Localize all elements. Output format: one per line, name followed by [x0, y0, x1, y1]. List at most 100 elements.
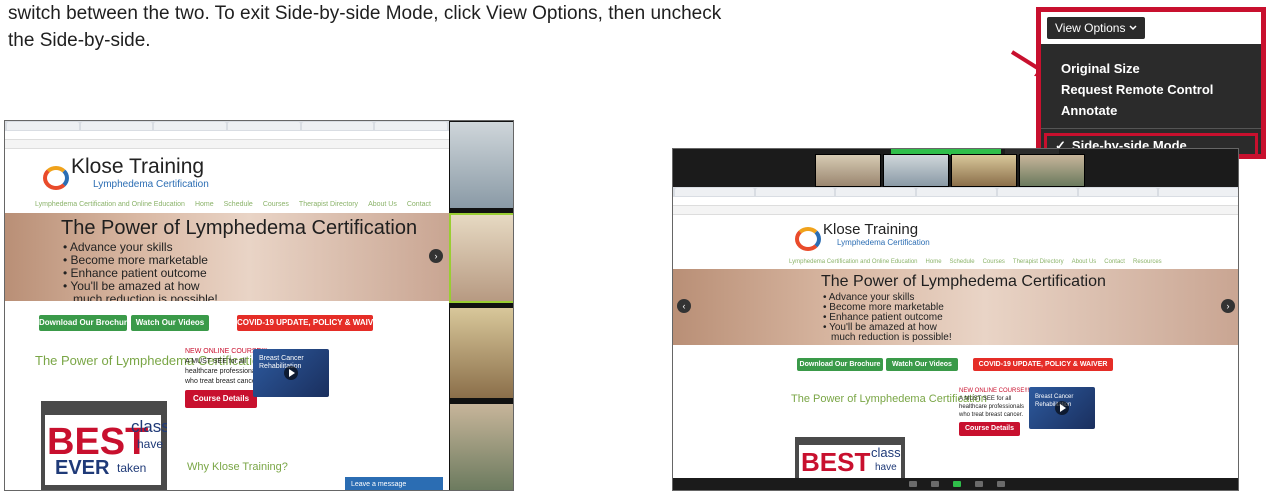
chat-icon[interactable] — [930, 481, 939, 487]
participant-video-tile[interactable] — [449, 307, 513, 399]
menu-item-request-remote-control[interactable]: Request Remote Control — [1041, 79, 1261, 100]
course-details-button[interactable]: Course Details — [185, 390, 258, 408]
nav-item[interactable]: Contact — [407, 201, 431, 208]
participant-video-tile[interactable] — [449, 403, 513, 490]
instructions-text: switch between the two. To exit Side-by-… — [8, 0, 1008, 54]
view-options-button[interactable]: View Options — [1047, 17, 1146, 39]
participant-video-tile[interactable] — [449, 121, 513, 209]
participant-thumbnail[interactable] — [1019, 154, 1085, 187]
nav-item[interactable]: Schedule — [950, 259, 975, 265]
best-class-image: BEST class have EVER taken — [41, 401, 167, 490]
course-promo: NEW ONLINE COURSE!!! A MUST SEE for all … — [959, 387, 1029, 436]
hero-bullet: much reduction is possible! — [73, 292, 218, 302]
hero-title: The Power of Lymphedema Certification — [61, 217, 418, 239]
hero-bullet: much reduction is possible! — [831, 332, 952, 343]
participant-video-tile-active[interactable] — [449, 213, 513, 303]
browser-address-bar — [5, 131, 449, 140]
play-icon — [1055, 401, 1069, 415]
klose-logo-icon — [41, 162, 69, 190]
participants-icon[interactable] — [908, 481, 917, 487]
class-word: class — [131, 417, 167, 436]
participant-gallery — [449, 121, 513, 490]
menu-divider — [1041, 128, 1261, 129]
klose-logo: Klose Training Lymphedema Certification — [793, 221, 930, 251]
why-klose-title: Why Klose Training? — [187, 461, 288, 473]
best-word: BEST — [801, 447, 871, 477]
klose-logo: Klose Training Lymphedema Certification — [41, 155, 209, 190]
instructions-line-2: the Side-by-side. — [8, 30, 151, 51]
download-brochure-button[interactable]: Download Our Brochure — [39, 315, 131, 331]
nav-item[interactable]: Resources — [1133, 259, 1162, 265]
menu-item-original-size[interactable]: Original Size — [1041, 58, 1261, 79]
hero-banner: The Power of Lymphedema Certification • … — [5, 213, 449, 301]
hero-title: The Power of Lymphedema Certification — [821, 273, 1106, 290]
nav-item[interactable]: Courses — [983, 259, 1005, 265]
hero-bullets: • Advance your skills • Become more mark… — [63, 241, 218, 302]
have-word: have — [875, 462, 897, 473]
best-class-image: BEST class have — [795, 437, 905, 480]
covid-update-button[interactable]: COVID-19 UPDATE, POLICY & WAIVER — [973, 358, 1113, 371]
video-thumbnail[interactable]: Breast Cancer Rehabilitation — [1029, 387, 1095, 429]
carousel-prev-icon[interactable]: ‹ — [677, 299, 691, 313]
download-brochure-button[interactable]: Download Our Brochure — [797, 358, 883, 371]
browser-tabs — [673, 187, 1238, 197]
covid-update-button[interactable]: COVID-19 UPDATE, POLICY & WAIVER — [237, 315, 384, 331]
logo-sub: Lymphedema Certification — [93, 179, 209, 190]
class-word: class — [871, 445, 901, 460]
leave-message-button[interactable]: Leave a message — [345, 477, 443, 490]
nav-item[interactable]: About Us — [368, 201, 397, 208]
carousel-next-icon[interactable]: › — [1221, 299, 1235, 313]
watch-videos-button[interactable]: Watch Our Videos — [131, 315, 209, 331]
browser-address-bar — [673, 197, 1238, 206]
nav-item[interactable]: Home — [926, 259, 942, 265]
view-options-menu: View Options Original Size Request Remot… — [1036, 7, 1266, 159]
course-heading: NEW ONLINE COURSE!!! — [959, 388, 1030, 394]
record-icon[interactable] — [974, 481, 983, 487]
instructions-line-1: switch between the two. To exit Side-by-… — [8, 3, 722, 24]
carousel-next-icon[interactable]: › — [429, 249, 443, 263]
nav-item[interactable]: Home — [195, 201, 214, 208]
course-line: healthcare professionals — [959, 404, 1025, 410]
course-details-button[interactable]: Course Details — [959, 422, 1021, 436]
left-screenshot-side-by-side: Klose Training Lymphedema Certification … — [4, 120, 514, 491]
nav-item[interactable]: Lymphedema Certification and Online Educ… — [789, 259, 918, 265]
nav-item[interactable]: Therapist Directory — [299, 201, 358, 208]
course-line: A MUST SEE for all — [959, 396, 1012, 402]
view-options-bar: View Options — [1041, 12, 1261, 44]
hero-banner: The Power of Lymphedema Certification • … — [673, 269, 1238, 345]
shared-screen-left: Klose Training Lymphedema Certification … — [5, 121, 449, 490]
logo-sub: Lymphedema Certification — [837, 238, 930, 247]
participant-thumbnail[interactable] — [951, 154, 1017, 187]
klose-logo-icon — [793, 223, 821, 251]
video-thumbnail[interactable]: Breast Cancer Rehabilitation — [253, 349, 329, 397]
right-screenshot-standard-view: Klose Training Lymphedema Certification … — [672, 148, 1239, 491]
participant-strip — [673, 149, 1238, 187]
reactions-icon[interactable] — [996, 481, 1005, 487]
ever-word: EVER — [55, 457, 110, 479]
watch-videos-button[interactable]: Watch Our Videos — [886, 358, 958, 371]
nav-item[interactable]: Therapist Directory — [1013, 259, 1064, 265]
site-nav: Lymphedema Certification and Online Educ… — [789, 259, 1162, 265]
nav-item[interactable]: Schedule — [224, 201, 253, 208]
browser-bookmarks — [5, 140, 449, 149]
taken-word: taken — [117, 461, 147, 475]
chevron-down-icon — [1129, 25, 1138, 31]
participant-thumbnail[interactable] — [815, 154, 881, 187]
menu-item-annotate[interactable]: Annotate — [1041, 100, 1261, 121]
website-page: Klose Training Lymphedema Certification … — [673, 215, 1238, 480]
logo-name: Klose Training — [71, 155, 205, 178]
participant-thumbnail[interactable] — [883, 154, 949, 187]
logo-name: Klose Training — [823, 221, 919, 238]
website-page: Klose Training Lymphedema Certification … — [5, 149, 449, 490]
hero-bullets: • Advance your skills • Become more mark… — [823, 293, 952, 343]
browser-bookmarks — [673, 206, 1238, 215]
nav-item[interactable]: Contact — [1104, 259, 1125, 265]
nav-item[interactable]: About Us — [1072, 259, 1097, 265]
course-line: who treat breast cancer. — [959, 412, 1024, 418]
meeting-toolbar — [673, 478, 1238, 490]
have-word: have — [137, 437, 164, 451]
nav-item[interactable]: Courses — [263, 201, 289, 208]
nav-item[interactable]: Lymphedema Certification and Online Educ… — [35, 201, 185, 208]
share-screen-icon[interactable] — [952, 481, 961, 487]
site-nav: Lymphedema Certification and Online Educ… — [35, 201, 431, 208]
